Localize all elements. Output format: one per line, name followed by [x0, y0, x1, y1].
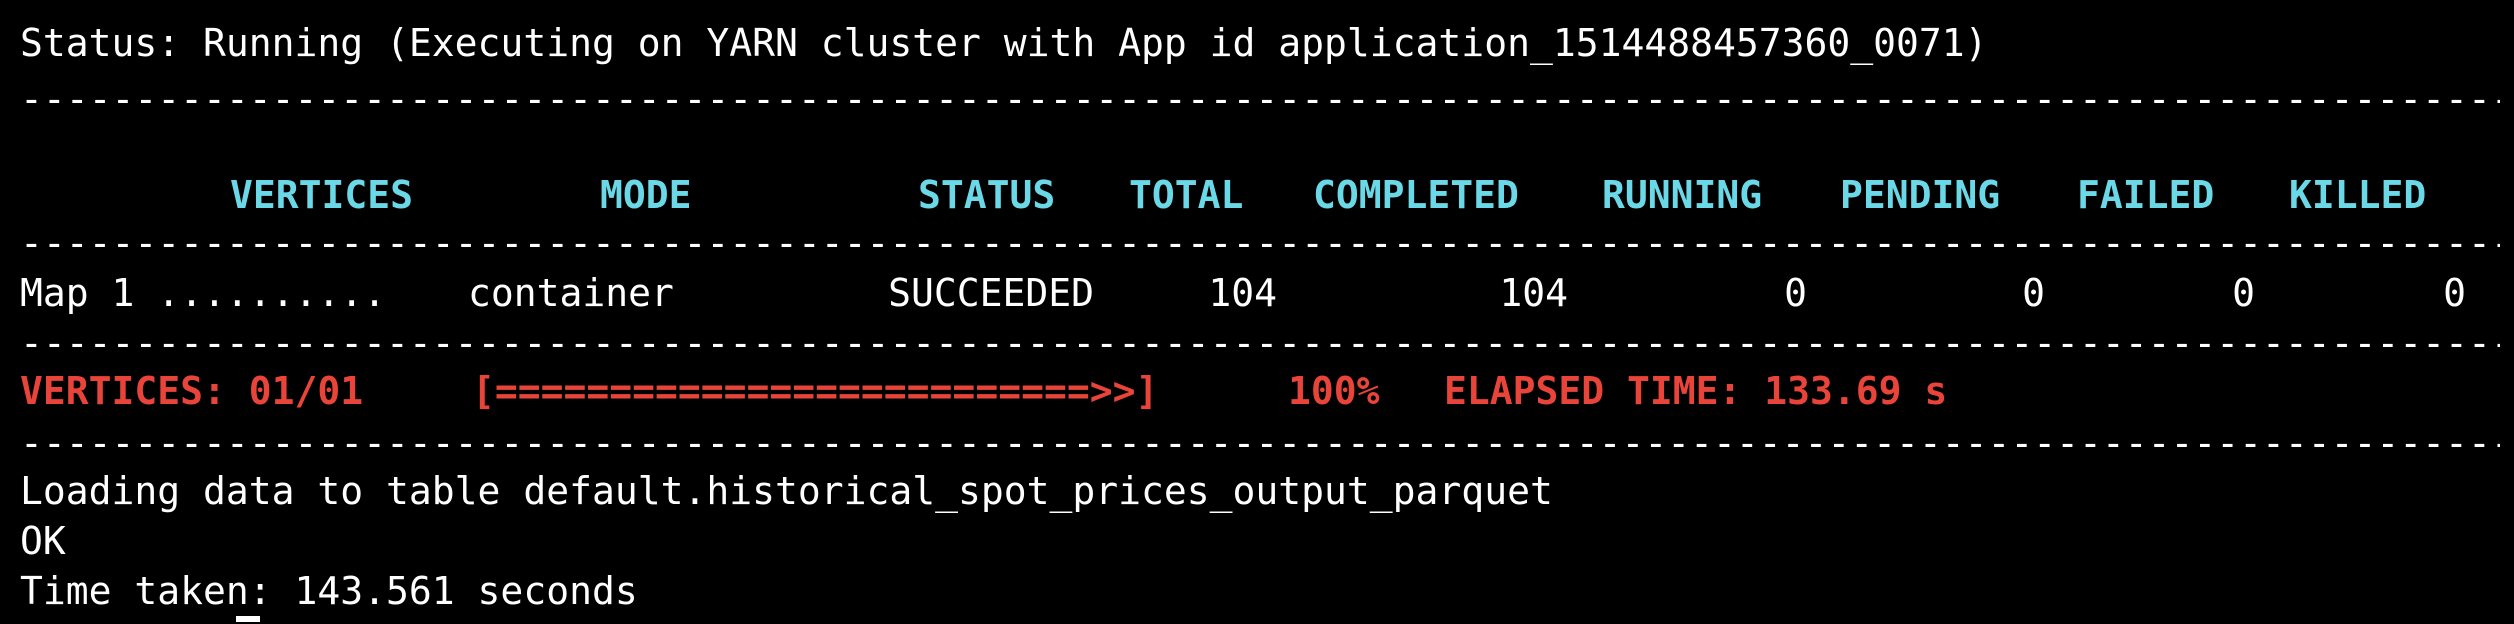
row-status: SUCCEEDED	[888, 271, 1094, 315]
progress-vertices: VERTICES: 01/01	[20, 369, 364, 413]
progress-bar: [==========================>>]	[472, 369, 1159, 413]
ok-line: OK	[20, 519, 66, 563]
header-killed: KILLED	[2289, 173, 2427, 217]
progress-percent: 100%	[1288, 369, 1380, 413]
separator-top: ----------------------------------------…	[20, 77, 2500, 121]
elapsed-time: ELAPSED TIME: 133.69 s	[1444, 369, 1948, 413]
row-mode: container	[468, 271, 674, 315]
header-mode: MODE	[600, 173, 692, 217]
header-running: RUNNING	[1602, 173, 1763, 217]
header-vertices: VERTICES	[230, 173, 414, 217]
status-line: Status: Running (Executing on YARN clust…	[20, 21, 1988, 65]
separator-bottom: ----------------------------------------…	[20, 421, 2500, 465]
row-pending: 0	[2022, 271, 2045, 315]
header-failed: FAILED	[2077, 173, 2215, 217]
loading-line: Loading data to table default.historical…	[20, 469, 1553, 513]
row-killed: 0	[2443, 271, 2466, 315]
row-vertex: Map 1 ..........	[20, 271, 387, 315]
separator-row: ----------------------------------------…	[20, 321, 2500, 365]
header-pending: PENDING	[1840, 173, 2001, 217]
row-running: 0	[1784, 271, 1807, 315]
header-total: TOTAL	[1129, 173, 1244, 217]
terminal-output[interactable]: Status: Running (Executing on YARN clust…	[20, 0, 2500, 624]
cursor	[236, 616, 260, 622]
time-taken-line: Time taken: 143.561 seconds	[20, 569, 638, 613]
separator-header: ----------------------------------------…	[20, 221, 2500, 265]
row-total: 104	[1208, 271, 1277, 315]
header-completed: COMPLETED	[1313, 173, 1519, 217]
row-failed: 0	[2232, 271, 2255, 315]
header-status: STATUS	[918, 173, 1056, 217]
row-completed: 104	[1499, 271, 1568, 315]
